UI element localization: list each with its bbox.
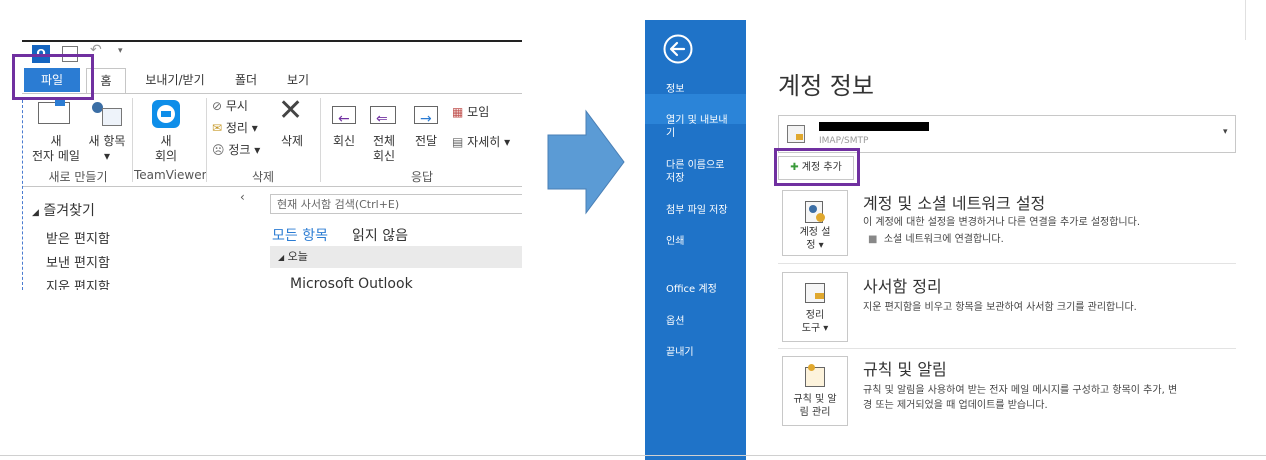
group-label-delete: 삭제 xyxy=(251,170,275,184)
rules-alerts-icon xyxy=(805,364,825,387)
highlight-box-add-account xyxy=(774,148,860,186)
rules-alerts-button[interactable]: 규칙 및 알림 관리 xyxy=(782,356,848,426)
delete-icon: ✕ xyxy=(278,93,304,128)
backstage-item-exit[interactable]: 끝내기 xyxy=(645,346,746,359)
backstage-sidebar: 정보 열기 및 내보내기 다른 이름으로 저장 첨부 파일 저장 인쇄 Offi… xyxy=(645,20,746,460)
expand-icon: ◢ xyxy=(32,208,39,218)
cleanup-tools-button[interactable]: 정리 도구 ▾ xyxy=(782,272,848,342)
group-separator xyxy=(320,98,321,182)
tab-send-receive[interactable]: 보내기/받기 xyxy=(134,68,216,92)
group-separator xyxy=(132,98,133,182)
group-separator xyxy=(206,98,207,182)
mail-sender[interactable]: Microsoft Outlook xyxy=(290,276,413,290)
section-desc-account-settings: 이 계정에 대한 설정을 변경하거나 다른 연결을 추가로 설정합니다. xyxy=(863,217,1141,228)
outlook-window: O ↶ ▾ 파일 홈 보내기/받기 폴더 보기 새 전자 메일 새 항목 ▾ 새로… xyxy=(22,40,522,290)
more-respond-button[interactable]: ▤ 자세히 ▾ xyxy=(452,132,510,152)
expand-icon: ◢ xyxy=(278,253,285,262)
backstage-item-save-attachments[interactable]: 첨부 파일 저장 xyxy=(645,204,746,217)
ribbon-home: 새 전자 메일 새 항목 ▾ 새로 만들기 새 회의 TeamViewer ⊘ 무시… xyxy=(22,93,522,187)
section-desc-rules-alerts: 규칙 및 알림을 사용하여 받는 전자 메일 메시지를 구성하고 항목이 추가,… xyxy=(863,385,1178,396)
more-icon: ▤ xyxy=(452,135,464,149)
new-email-button[interactable]: 새 전자 메일 xyxy=(26,134,86,164)
bottom-border xyxy=(0,455,1266,456)
collapse-pane-icon[interactable]: ‹ xyxy=(240,190,245,204)
favorites-header[interactable]: ◢ 즐겨찾기 xyxy=(32,200,95,220)
highlight-box-file-tab xyxy=(12,54,94,100)
meeting-icon: ▦ xyxy=(452,105,464,119)
section-title-rules-alerts: 규칙 및 알림 xyxy=(863,360,947,379)
folder-sent[interactable]: 보낸 편지함 xyxy=(46,252,110,271)
section-title-mailbox-cleanup: 사서함 정리 xyxy=(863,277,942,296)
backstage-item-options[interactable]: 옵션 xyxy=(645,315,746,328)
section-divider xyxy=(778,348,1236,349)
folder-inbox[interactable]: 받은 편지함 xyxy=(46,228,110,247)
cleanup-icon: ✉ xyxy=(212,121,223,135)
tab-folder[interactable]: 폴더 xyxy=(222,68,270,92)
new-email-icon xyxy=(38,98,70,124)
ignore-button[interactable]: ⊘ 무시 xyxy=(212,96,248,116)
ignore-icon: ⊘ xyxy=(212,99,223,113)
forward-button[interactable]: 전달 xyxy=(408,134,444,149)
group-label-teamviewer: TeamViewer xyxy=(134,168,207,182)
account-icon xyxy=(787,125,805,143)
reply-all-icon: ⇐ xyxy=(368,100,398,126)
new-meeting-button[interactable]: 새 회의 xyxy=(140,134,192,164)
meeting-button[interactable]: ▦ 모임 xyxy=(452,102,489,122)
section-desc-rules-alerts-cont: 경 또는 제거되었을 때 업데이트를 받습니다. xyxy=(863,400,1048,411)
teamviewer-icon xyxy=(152,100,180,128)
account-settings-button[interactable]: 계정 설정 ▾ xyxy=(782,190,848,256)
back-arrow-icon[interactable] xyxy=(662,33,694,65)
right-arrow-icon xyxy=(547,109,625,215)
tab-view[interactable]: 보기 xyxy=(278,68,318,92)
customize-toolbar-icon[interactable]: ▾ xyxy=(118,46,123,56)
backstage-item-print[interactable]: 인쇄 xyxy=(645,235,746,248)
new-items-button[interactable]: 새 항목 ▾ xyxy=(84,134,130,164)
cleanup-button[interactable]: ✉ 정리 ▾ xyxy=(212,118,258,138)
backstage-item-save-as[interactable]: 다른 이름으로 저장 xyxy=(645,159,746,185)
delete-button[interactable]: 삭제 xyxy=(274,134,310,149)
backstage-item-office-account[interactable]: Office 계정 xyxy=(645,283,746,296)
reply-button[interactable]: 회신 xyxy=(326,134,362,149)
cleanup-tools-icon xyxy=(805,283,825,303)
reply-icon: ← xyxy=(330,100,358,126)
reply-all-button[interactable]: 전체 회신 xyxy=(364,134,404,164)
page-title: 계정 정보 xyxy=(778,72,874,100)
chevron-down-icon: ▾ xyxy=(1223,127,1228,137)
junk-icon: ☹ xyxy=(212,143,225,157)
redacted-account-name xyxy=(819,122,929,131)
section-title-account-settings: 계정 및 소셜 네트워크 설정 xyxy=(863,194,1046,213)
account-settings-icon xyxy=(805,201,825,223)
forward-icon: → xyxy=(412,100,440,126)
junk-button[interactable]: ☹ 정크 ▾ xyxy=(212,140,260,160)
folder-pane-border xyxy=(22,100,23,290)
group-label-respond: 응답 xyxy=(410,170,434,184)
mail-group-today[interactable]: ◢ 오늘 xyxy=(270,246,522,268)
new-items-icon xyxy=(92,100,122,126)
social-network-link[interactable]: ■ 소셜 네트워크에 연결합니다. xyxy=(868,230,1004,245)
search-input[interactable]: 현재 사서함 검색(Ctrl+E) xyxy=(270,194,522,214)
account-type: IMAP/SMTP xyxy=(819,136,869,146)
section-desc-mailbox-cleanup: 지운 편지함을 비우고 항목을 보관하여 사서함 크기를 관리합니다. xyxy=(863,302,1137,313)
filter-unread[interactable]: 읽지 않음 xyxy=(352,225,408,245)
backstage-item-open-export[interactable]: 열기 및 내보내기 xyxy=(645,114,746,140)
folder-deleted[interactable]: 지운 편지함 xyxy=(46,276,110,290)
section-divider xyxy=(778,263,1236,264)
filter-all[interactable]: 모든 항목 xyxy=(272,225,328,245)
group-label-new: 새로 만들기 xyxy=(48,170,108,184)
window-edge xyxy=(1245,0,1246,40)
backstage-item-info[interactable]: 정보 xyxy=(645,83,746,96)
